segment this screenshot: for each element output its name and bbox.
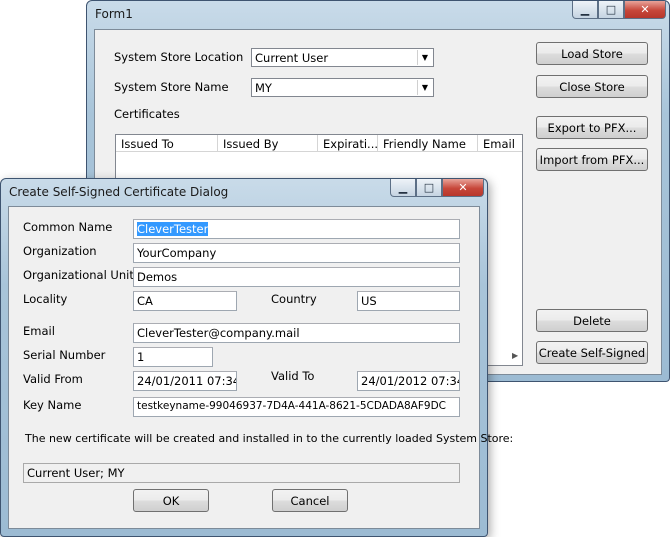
valid-from-label: Valid From [23,372,83,386]
import-pfx-button[interactable]: Import from PFX... [536,148,648,171]
org-unit-field[interactable]: Demos [133,267,460,287]
maximize-icon[interactable]: □ [416,179,442,197]
form1-title: Form1 [95,7,133,21]
chevron-down-icon[interactable]: ▼ [417,80,432,95]
country-label: Country [271,292,317,306]
close-icon[interactable]: ✕ [442,179,484,197]
country-field[interactable]: US [357,291,460,311]
valid-to-label: Valid To [271,369,315,383]
common-name-value: CleverTester [137,222,209,236]
email-label: Email [23,324,55,338]
organization-field[interactable]: YourCompany [133,243,460,263]
store-location-value: Current User [255,51,329,65]
scroll-right-icon[interactable]: ▶ [512,351,518,360]
organization-label: Organization [23,244,97,258]
common-name-field[interactable]: CleverTester [133,219,460,239]
delete-button[interactable]: Delete [536,309,648,332]
load-store-button[interactable]: Load Store [536,42,648,65]
column-header-issued-to[interactable]: Issued To [116,135,218,152]
valid-to-picker[interactable]: 24/01/2012 07:34:3 [357,371,460,391]
create-cert-dialog: Create Self-Signed Certificate Dialog ▁ … [0,178,513,537]
store-location-label: System Store Location [114,50,244,64]
locality-field[interactable]: CA [133,291,237,311]
dialog-caption-buttons: ▁ □ ✕ [390,179,484,198]
column-header-issued-by[interactable]: Issued By [218,135,318,152]
export-pfx-button[interactable]: Export to PFX... [536,116,648,139]
valid-from-picker[interactable]: 24/01/2011 07:34:3 [133,371,237,391]
common-name-label: Common Name [23,220,113,234]
store-name-label: System Store Name [114,80,229,94]
create-self-signed-button[interactable]: Create Self-Signed [536,341,648,364]
dialog-title: Create Self-Signed Certificate Dialog [9,185,229,199]
dialog-client-area: Common Name CleverTester Organization Yo… [8,206,513,529]
form1-caption-buttons: ▁ □ ✕ [572,1,666,20]
email-field[interactable]: CleverTester@company.mail [133,323,460,343]
cancel-button[interactable]: Cancel [272,489,348,512]
store-name-combo[interactable]: MY ▼ [251,78,434,97]
close-store-button[interactable]: Close Store [536,75,648,98]
ok-button[interactable]: OK [133,489,209,512]
column-header-expiration[interactable]: Expirati... [318,135,378,152]
chevron-down-icon[interactable]: ▼ [417,50,432,65]
store-name-value: MY [255,81,272,95]
info-text: The new certificate will be created and … [25,432,514,445]
column-header-email[interactable]: Email [478,135,522,152]
minimize-icon[interactable]: ▁ [390,179,416,197]
store-location-combo[interactable]: Current User ▼ [251,48,434,67]
maximize-icon[interactable]: □ [598,1,624,19]
close-icon[interactable]: ✕ [624,1,666,19]
column-header-friendly-name[interactable]: Friendly Name [378,135,478,152]
org-unit-label: Organizational Unit [23,268,134,282]
key-name-field[interactable]: testkeyname-99046937-7D4A-441A-8621-5CDA… [133,397,460,417]
locality-label: Locality [23,292,68,306]
certificates-label: Certificates [114,107,180,121]
key-name-label: Key Name [23,398,82,412]
serial-number-label: Serial Number [23,348,106,362]
minimize-icon[interactable]: ▁ [572,1,598,19]
serial-number-field[interactable]: 1 [133,347,213,367]
store-display-field: Current User; MY [23,463,460,483]
